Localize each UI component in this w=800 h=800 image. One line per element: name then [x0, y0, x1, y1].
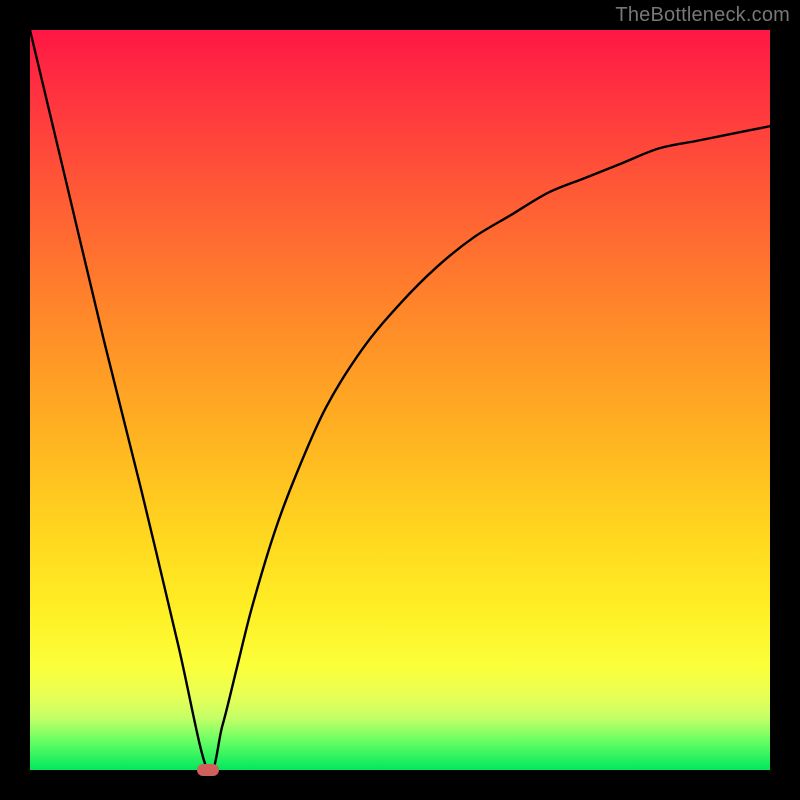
chart-curve-path [30, 30, 770, 770]
chart-frame: TheBottleneck.com [0, 0, 800, 800]
chart-plot-area [30, 30, 770, 770]
optimal-point-marker [197, 764, 219, 776]
watermark-text: TheBottleneck.com [615, 4, 790, 27]
chart-curve [30, 30, 770, 770]
